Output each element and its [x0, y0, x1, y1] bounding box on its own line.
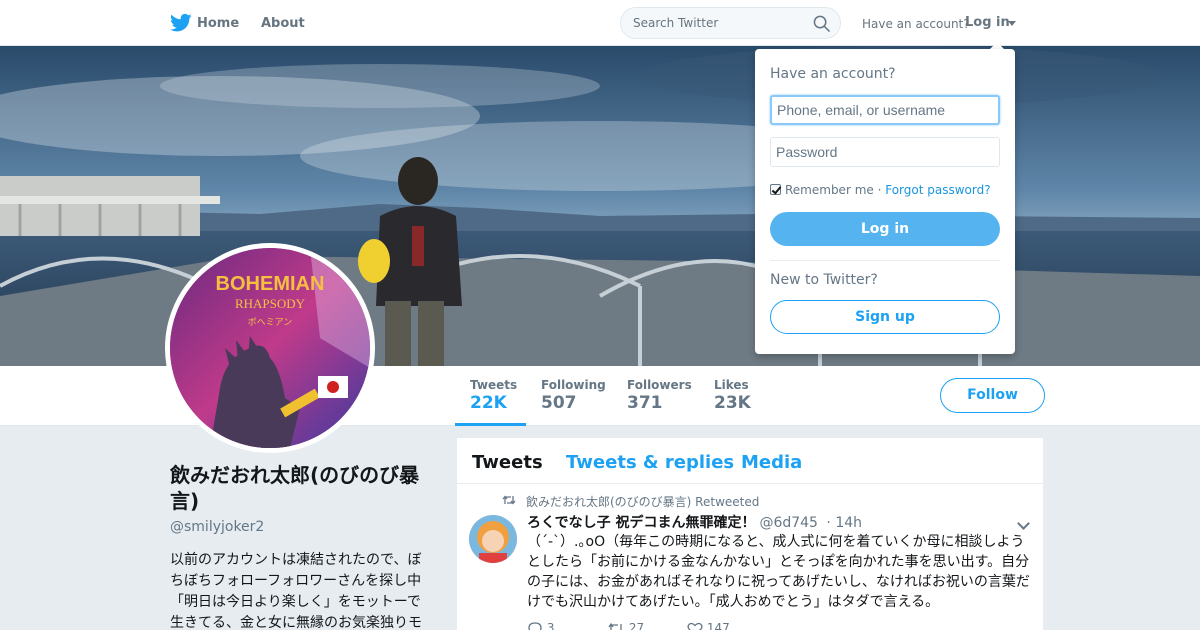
tweet-author-handle[interactable]: @6d745: [759, 515, 818, 531]
retweeted-by[interactable]: 飲みだおれ太郎(のびのび暴言) Retweeted: [526, 493, 759, 510]
profile-avatar[interactable]: BOHEMIAN RHAPSODY ボヘミアン: [165, 243, 375, 453]
search-icon[interactable]: [813, 15, 830, 32]
profile-bio: 以前のアカウントは凍結されたので、ぼちぼちフォローフォロワーさんを探し中「明日は…: [170, 552, 422, 630]
twitter-bird-icon[interactable]: [170, 13, 192, 33]
tweet-text: （´-`）.｡oO（毎年この時期になると、成人式に何を着ていくか母に相談しようと…: [527, 534, 1030, 610]
caret-down-icon[interactable]: [1008, 21, 1016, 26]
tweet-author-avatar[interactable]: [469, 515, 517, 563]
tab-media[interactable]: Media: [741, 452, 802, 473]
login-button[interactable]: Log in: [770, 212, 1000, 246]
stat-followers[interactable]: Followers 371: [627, 378, 692, 413]
timeline-tabs: Tweets Tweets & replies Media: [457, 438, 1043, 484]
stat-value: 371: [627, 393, 663, 413]
remember-label[interactable]: Remember me: [785, 183, 874, 197]
like-action[interactable]: 147: [687, 621, 730, 630]
tweet-time[interactable]: · 14h: [826, 515, 862, 531]
tweet-menu-chevron-icon[interactable]: [1017, 517, 1030, 530]
timeline: Tweets Tweets & replies Media 飲みだおれ太郎(のび…: [456, 437, 1044, 630]
search-input[interactable]: Search Twitter: [620, 7, 841, 39]
retweet-icon: [502, 495, 516, 505]
stat-tweets[interactable]: Tweets 22K: [470, 378, 517, 413]
stat-following[interactable]: Following 507: [541, 378, 606, 413]
tweet-header: ろくでなし子 祝デコまん無罪確定！ @6d745 · 14h: [527, 512, 862, 532]
avatar-title-line2: RHAPSODY: [235, 296, 306, 311]
reply-action[interactable]: 3: [527, 621, 554, 630]
login-menu-link[interactable]: Log in: [965, 15, 1010, 30]
profile-handle[interactable]: @smilyjoker2: [170, 519, 264, 535]
stat-likes[interactable]: Likes 23K: [714, 378, 751, 413]
search-placeholder: Search Twitter: [633, 16, 719, 30]
reply-icon: [528, 621, 542, 630]
reply-count: 3: [546, 621, 555, 630]
tweet-author-name[interactable]: ろくでなし子 祝デコまん無罪確定！: [527, 515, 755, 531]
signup-button[interactable]: Sign up: [770, 300, 1000, 334]
active-stat-indicator: [455, 423, 526, 426]
profile-name[interactable]: 飲みだおれ太郎(のびのび暴言): [170, 462, 432, 514]
tab-tweets-replies[interactable]: Tweets & replies: [566, 452, 734, 473]
retweet-action[interactable]: 27: [607, 621, 644, 630]
stat-label: Tweets: [470, 378, 518, 392]
stat-label: Following: [541, 378, 606, 392]
dropdown-title: Have an account?: [770, 66, 896, 82]
stat-label: Followers: [627, 378, 692, 392]
retweet-action-icon: [608, 622, 622, 630]
retweet-count: 27: [628, 621, 645, 630]
heart-icon: [687, 622, 703, 630]
stat-value: 507: [541, 393, 577, 413]
have-account-text: Have an account?: [862, 17, 970, 31]
stat-label: Likes: [714, 378, 749, 392]
follow-button[interactable]: Follow: [940, 378, 1045, 413]
username-field[interactable]: Phone, email, or username: [770, 95, 1000, 125]
avatar-subtitle: ボヘミアン: [248, 317, 293, 328]
remember-checkbox[interactable]: [770, 184, 781, 195]
nav-home-link[interactable]: Home: [197, 16, 239, 31]
top-nav: Home About Search Twitter Have an accoun…: [0, 0, 1200, 46]
tweet[interactable]: 飲みだおれ太郎(のびのび暴言) Retweeted ろくでなし子 祝デコまん無罪…: [457, 485, 1043, 630]
new-to-twitter-text: New to Twitter?: [770, 272, 878, 288]
like-count: 147: [706, 621, 730, 630]
tab-tweets[interactable]: Tweets: [472, 452, 543, 473]
dropdown-divider: [770, 260, 1000, 261]
avatar-title-line1: BOHEMIAN: [216, 273, 325, 295]
forgot-password-link[interactable]: Forgot password?: [885, 183, 990, 197]
stat-value: 22K: [470, 393, 507, 413]
stat-value: 23K: [714, 393, 751, 413]
password-field[interactable]: Password: [770, 137, 1000, 167]
remember-row: Remember me · Forgot password?: [770, 183, 991, 197]
login-dropdown: Have an account? Phone, email, or userna…: [755, 49, 1015, 354]
nav-about-link[interactable]: About: [261, 16, 305, 31]
